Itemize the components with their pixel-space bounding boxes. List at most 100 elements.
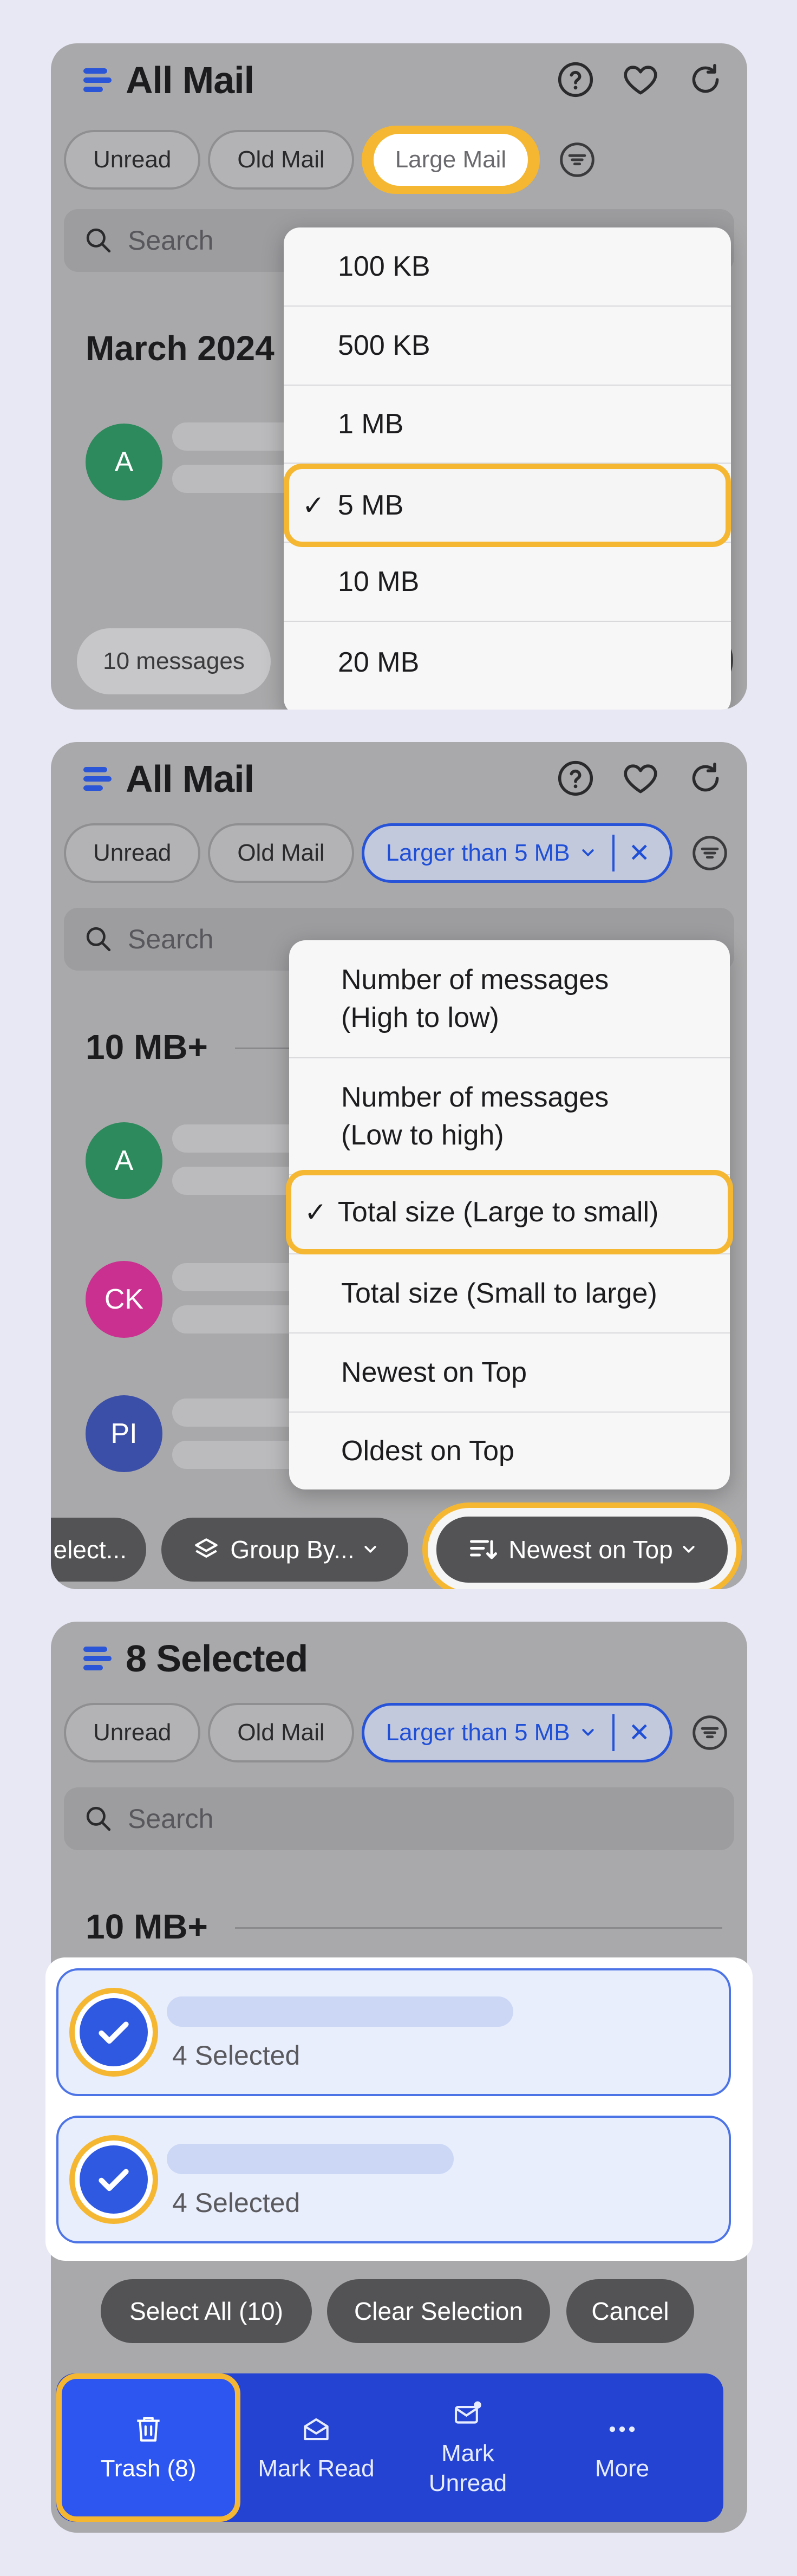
mark-unread-icon: [454, 2401, 481, 2424]
mark-read-button[interactable]: Mark Read: [240, 2373, 392, 2522]
filter-chips: Unread Old Mail Larger than 5 MB ✕: [64, 1703, 730, 1762]
search-icon: [86, 1806, 111, 1831]
selected-group-card[interactable]: 4 Selected: [56, 2116, 731, 2243]
chip-size-filter[interactable]: Larger than 5 MB ✕: [361, 823, 672, 883]
checkbox-checked[interactable]: [69, 1988, 158, 2077]
dropdown-option[interactable]: 100 KB: [284, 227, 731, 305]
trash-label: Trash (8): [100, 2455, 197, 2482]
message-count-badge: 10 messages: [77, 628, 271, 694]
group-by-button[interactable]: Group By...: [161, 1518, 408, 1582]
close-icon[interactable]: ✕: [629, 1718, 650, 1748]
chip-large-mail-label: Large Mail: [373, 134, 528, 186]
search-icon: [86, 927, 111, 952]
chip-large-mail[interactable]: Large Mail: [361, 126, 540, 194]
avatar: CK: [86, 1261, 162, 1338]
mark-read-label: Mark Read: [258, 2455, 375, 2482]
more-label: More: [595, 2455, 650, 2482]
filter-chips: Unread Old Mail Large Mail: [64, 126, 597, 194]
search-placeholder: Search: [128, 225, 214, 256]
dropdown-option[interactable]: 10 MB: [284, 542, 731, 621]
action-toolbar: Trash (8) Mark Read Mark Unread More: [56, 2373, 723, 2522]
chip-size-filter-label: Larger than 5 MB: [386, 1719, 570, 1746]
chip-old-mail[interactable]: Old Mail: [208, 1703, 354, 1762]
header: 8 Selected: [83, 1637, 308, 1680]
search-placeholder: Search: [128, 924, 214, 954]
checkmark-icon: [99, 2021, 129, 2044]
dropdown-option[interactable]: Number of messages (High to low): [289, 940, 730, 1057]
filter-icon[interactable]: [690, 833, 730, 873]
group-by-label: Group By...: [230, 1536, 355, 1564]
chevron-down-icon: [582, 1729, 594, 1736]
dropdown-option[interactable]: Number of messages (Low to high): [289, 1057, 730, 1174]
chip-unread[interactable]: Unread: [64, 130, 201, 190]
chip-old-mail[interactable]: Old Mail: [208, 823, 354, 883]
selected-count: 4 Selected: [172, 2188, 300, 2218]
refresh-icon[interactable]: [685, 758, 726, 798]
sort-label: Newest on Top: [508, 1536, 673, 1564]
chevron-down-icon: [582, 849, 594, 856]
page-title: All Mail: [126, 59, 254, 101]
trash-icon: [137, 2416, 160, 2442]
dropdown-option[interactable]: Oldest on Top: [289, 1411, 730, 1489]
dropdown-option-selected[interactable]: ✓ Total size (Large to small): [286, 1170, 733, 1254]
section-header: 10 MB+: [86, 1907, 208, 1946]
chip-unread[interactable]: Unread: [64, 1703, 201, 1762]
cancel-button[interactable]: Cancel: [566, 2279, 694, 2343]
dropdown-option-selected[interactable]: ✓ 5 MB: [284, 464, 731, 547]
heart-icon[interactable]: [620, 758, 661, 798]
panel-large-mail: All Mail Unread Old Mail Large Mail Sear…: [51, 43, 747, 710]
search-input[interactable]: Search: [64, 1787, 734, 1850]
help-icon[interactable]: [556, 758, 596, 798]
selected-group-container: 4 Selected 4 Selected: [45, 1957, 753, 2261]
checkmark-icon: [99, 2169, 129, 2191]
checkbox-checked[interactable]: [69, 2135, 158, 2224]
chip-divider: [612, 835, 615, 871]
select-button[interactable]: elect...: [51, 1518, 146, 1582]
sort-button[interactable]: Newest on Top: [436, 1517, 728, 1583]
clear-selection-button[interactable]: Clear Selection: [327, 2279, 550, 2343]
message-preview-line: [167, 1996, 513, 2027]
filter-icon[interactable]: [557, 140, 597, 180]
dropdown-option[interactable]: Total size (Small to large): [289, 1253, 730, 1332]
trash-button[interactable]: Trash (8): [56, 2373, 240, 2522]
panel-sort: All Mail Unread Old Mail Larger than 5 M…: [51, 742, 747, 1589]
chip-size-filter-label: Larger than 5 MB: [386, 840, 570, 866]
more-icon: [609, 2426, 635, 2432]
avatar: A: [86, 1122, 162, 1199]
dropdown-option[interactable]: 500 KB: [284, 305, 731, 385]
mark-unread-button[interactable]: Mark Unread: [392, 2373, 544, 2522]
selected-option-label: 5 MB: [337, 490, 404, 521]
refresh-icon[interactable]: [685, 60, 726, 100]
chip-unread[interactable]: Unread: [64, 823, 201, 883]
chip-size-filter[interactable]: Larger than 5 MB ✕: [361, 1703, 672, 1762]
heart-icon[interactable]: [620, 60, 661, 100]
help-icon[interactable]: [556, 60, 596, 100]
dropdown-option[interactable]: 1 MB: [284, 385, 731, 463]
search-icon: [86, 228, 111, 253]
dropdown-option[interactable]: 20 MB: [284, 621, 731, 702]
dropdown-option[interactable]: Newest on Top: [289, 1332, 730, 1411]
layers-icon: [195, 1538, 218, 1558]
checkmark-icon: ✓: [304, 1197, 327, 1227]
avatar: A: [86, 424, 162, 500]
chip-old-mail[interactable]: Old Mail: [208, 130, 354, 190]
menu-icon[interactable]: [83, 68, 112, 92]
filter-icon[interactable]: [690, 1713, 730, 1753]
close-icon[interactable]: ✕: [629, 838, 650, 868]
selected-group-card[interactable]: 4 Selected: [56, 1968, 731, 2096]
menu-icon[interactable]: [83, 1647, 112, 1670]
chevron-down-icon: [364, 1546, 376, 1553]
page-title: 8 Selected: [126, 1637, 308, 1680]
selected-count: 4 Selected: [172, 2040, 300, 2071]
mark-read-icon: [304, 2418, 329, 2440]
select-all-button[interactable]: Select All (10): [101, 2279, 312, 2343]
avatar: PI: [86, 1395, 162, 1472]
select-button-label: elect...: [53, 1536, 127, 1564]
section-header: March 2024: [86, 329, 275, 368]
search-placeholder: Search: [128, 1804, 214, 1834]
more-button[interactable]: More: [544, 2373, 701, 2522]
panel-selection: 8 Selected Unread Old Mail Larger than 5…: [45, 1622, 753, 2533]
checkmark-icon: ✓: [302, 490, 325, 521]
menu-icon[interactable]: [83, 767, 112, 791]
header-actions: [556, 60, 726, 100]
